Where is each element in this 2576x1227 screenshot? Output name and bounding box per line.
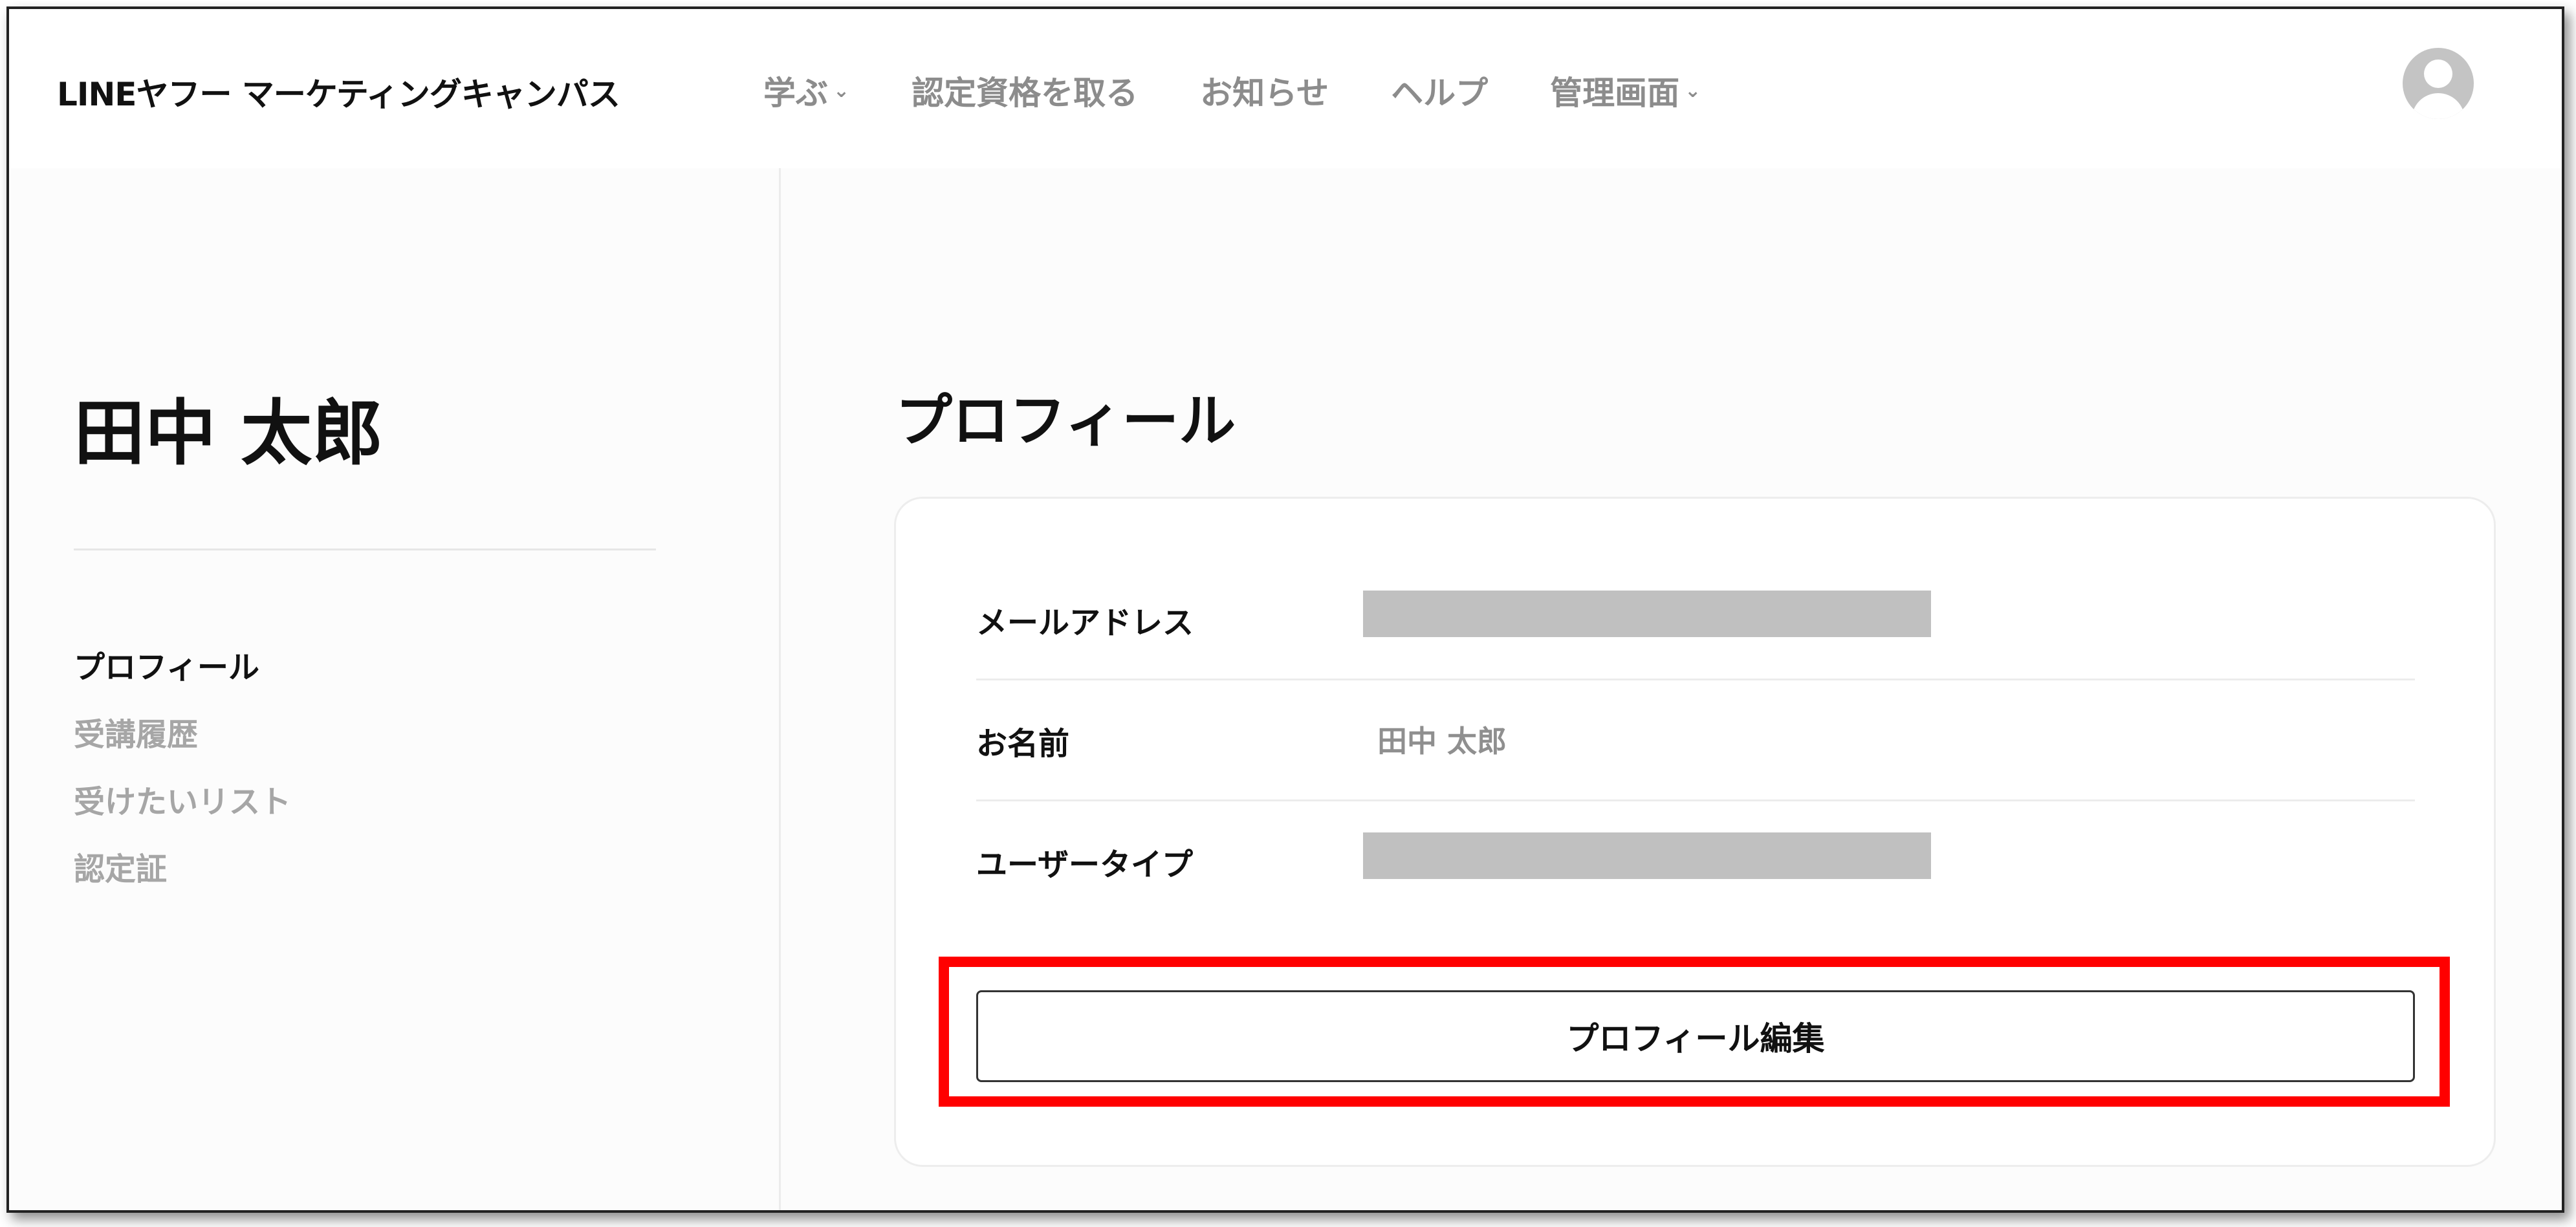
sidebar-item-profile[interactable]: プロフィール (74, 634, 291, 701)
chevron-down-icon: ⌄ (833, 79, 850, 102)
nav-item-label: 認定資格を取る (911, 74, 1139, 112)
edit-profile-button[interactable]: プロフィール編集 (976, 990, 2415, 1082)
nav-item-help[interactable]: ヘルプ (1391, 67, 1488, 114)
user-avatar-icon[interactable] (2403, 48, 2474, 119)
nav-item-learn[interactable]: 学ぶ ⌄ (763, 67, 849, 114)
sidebar: 田中 太郎 プロフィール 受講履歴 受けたいリスト 認定証 (9, 168, 781, 1210)
chevron-down-icon: ⌄ (1685, 79, 1701, 102)
nav-item-certification[interactable]: 認定資格を取る (911, 67, 1138, 114)
nav-item-label: お知らせ (1200, 74, 1329, 112)
nav-item-label: 学ぶ (763, 74, 828, 112)
nav-item-label: ヘルプ (1391, 74, 1489, 112)
field-label: メールアドレス (976, 605, 1194, 641)
profile-card: メールアドレス お名前 田中 太郎 ユーザータイプ プロフィール編集 (894, 497, 2496, 1167)
site-logo[interactable]: LINEヤフー マーケティングキャンパス (57, 69, 620, 115)
field-label: お名前 (976, 726, 1070, 762)
sidebar-item-course-history[interactable]: 受講履歴 (74, 701, 291, 768)
main-nav: 学ぶ ⌄ 認定資格を取る お知らせ ヘルプ 管理画面 ⌄ (763, 67, 1763, 114)
top-navigation-bar: LINEヤフー マーケティングキャンパス 学ぶ ⌄ 認定資格を取る お知らせ ヘ… (9, 9, 2562, 168)
sidebar-item-wishlist[interactable]: 受けたいリスト (74, 768, 291, 836)
user-name-heading: 田中 太郎 (74, 392, 384, 475)
page-title: プロフィール (895, 387, 1236, 454)
field-label: ユーザータイプ (976, 847, 1194, 883)
avatar-head-shape (2424, 60, 2452, 88)
nav-item-label: 管理画面 (1550, 74, 1680, 112)
main-content: プロフィール メールアドレス お名前 田中 太郎 ユーザータイプ プロフィール編… (781, 168, 2562, 1210)
redacted-value (1363, 832, 1931, 879)
field-row-user-type: ユーザータイプ (976, 801, 2415, 920)
nav-item-admin[interactable]: 管理画面 ⌄ (1550, 67, 1701, 114)
field-row-email: メールアドレス (976, 559, 2415, 680)
sidebar-menu: プロフィール 受講履歴 受けたいリスト 認定証 (74, 634, 291, 903)
field-row-name: お名前 田中 太郎 (976, 680, 2415, 801)
browser-frame: LINEヤフー マーケティングキャンパス 学ぶ ⌄ 認定資格を取る お知らせ ヘ… (6, 6, 2564, 1213)
sidebar-item-certificates[interactable]: 認定証 (74, 836, 291, 903)
nav-item-news[interactable]: お知らせ (1200, 67, 1329, 114)
field-value: 田中 太郎 (1377, 724, 1507, 759)
avatar-body-shape (2412, 93, 2465, 119)
sidebar-divider (74, 548, 656, 550)
redacted-value (1363, 591, 1931, 637)
